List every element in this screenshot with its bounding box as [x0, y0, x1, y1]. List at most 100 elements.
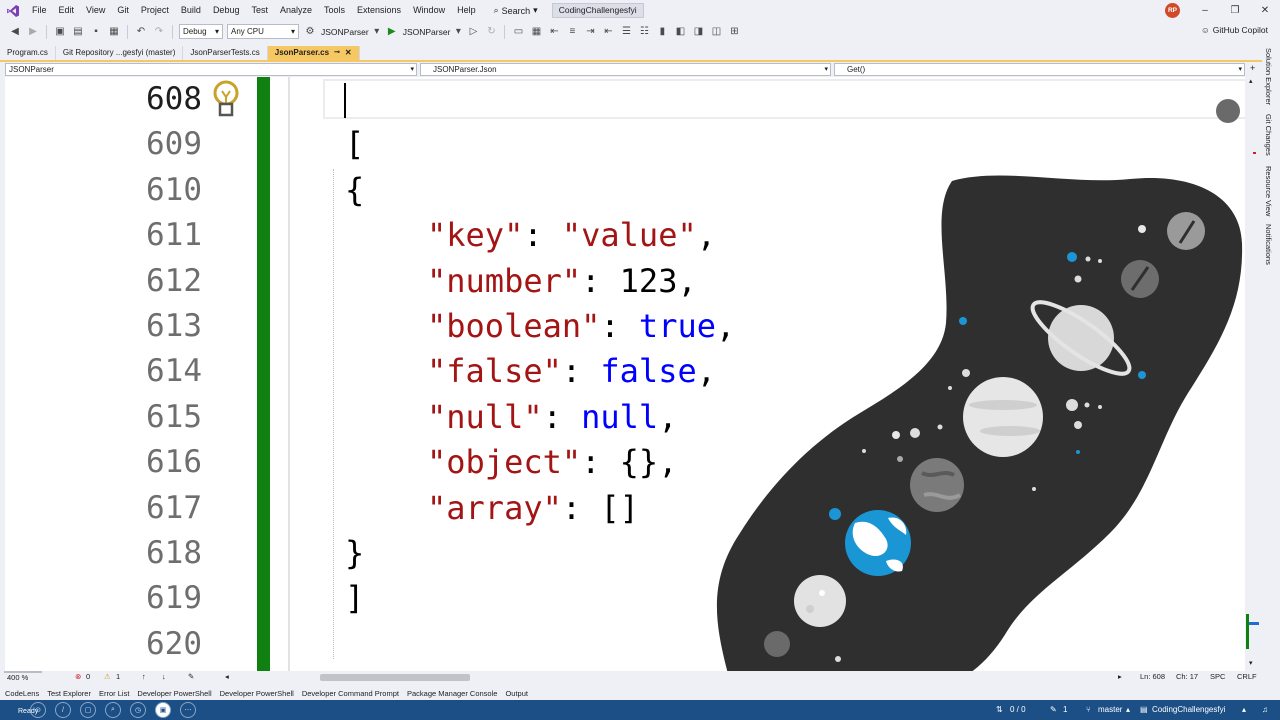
error-icon[interactable]: ⊗ [75, 672, 81, 681]
format-icon[interactable]: ≡ [565, 25, 579, 39]
forward-icon[interactable]: ▶ [26, 25, 40, 39]
layout-icon[interactable]: ▦ [529, 25, 543, 39]
configuration-select[interactable]: Debug ▾ [179, 24, 223, 39]
status-icon[interactable]: ⊙ [30, 702, 46, 718]
step-icon[interactable]: ⇤ [547, 25, 561, 39]
line-ending-indicator[interactable]: CRLF [1237, 672, 1257, 681]
tab-git-repository[interactable]: Git Repository ...gesfyi (master) [56, 46, 184, 60]
tab-package-manager-console[interactable]: Package Manager Console [407, 689, 497, 698]
uncomment-icon[interactable]: ☷ [637, 25, 651, 39]
comment-icon[interactable]: ☰ [619, 25, 633, 39]
bookmark-next-icon[interactable]: ◨ [691, 25, 705, 39]
tab-output[interactable]: Output [505, 689, 528, 698]
chevron-down-icon[interactable]: ▾ [454, 25, 462, 39]
menu-file[interactable]: File [26, 0, 53, 21]
pencil-icon[interactable]: ✎ [1050, 705, 1057, 714]
folder-icon[interactable]: ▭ [511, 25, 525, 39]
menu-build[interactable]: Build [175, 0, 207, 21]
tab-solution-explorer[interactable]: Solution Explorer [1264, 48, 1273, 105]
more-icon[interactable]: ⋯ [180, 702, 196, 718]
platform-select[interactable]: Any CPU ▾ [227, 24, 299, 39]
gear-icon[interactable]: ⚙ [303, 25, 317, 39]
bookmark-clear-icon[interactable]: ◫ [709, 25, 723, 39]
menu-test[interactable]: Test [245, 0, 274, 21]
menu-extensions[interactable]: Extensions [351, 0, 407, 21]
pencil-count[interactable]: 1 [1063, 705, 1067, 714]
menu-tools[interactable]: Tools [318, 0, 351, 21]
scroll-up-icon[interactable]: ▴ [1249, 77, 1253, 85]
undo-icon[interactable]: ↶ [134, 25, 148, 39]
chevron-down-icon[interactable]: ▾ [373, 25, 381, 39]
type-dropdown[interactable]: JSONParser.Json ▾ [420, 63, 831, 76]
horizontal-scrollbar[interactable] [235, 674, 1115, 681]
branch-icon[interactable]: ⑂ [1086, 705, 1091, 714]
new-item-icon[interactable]: ▣ [53, 25, 67, 39]
scroll-right-icon[interactable]: ▸ [1118, 672, 1122, 681]
branch-name[interactable]: master [1098, 705, 1122, 714]
menu-help[interactable]: Help [451, 0, 482, 21]
menu-debug[interactable]: Debug [207, 0, 246, 21]
tab-developer-powershell[interactable]: Developer PowerShell [137, 689, 211, 698]
back-icon[interactable]: ◀ [8, 25, 22, 39]
error-count[interactable]: 0 [86, 672, 90, 681]
tab-test-explorer[interactable]: Test Explorer [47, 689, 91, 698]
pin-icon[interactable]: ⊸ [334, 46, 340, 60]
save-icon[interactable]: ▪ [89, 25, 103, 39]
sync-icon[interactable]: ⇅ [996, 705, 1003, 714]
restore-button[interactable]: ❐ [1220, 0, 1250, 21]
startup-project[interactable]: JSONParser [321, 27, 369, 37]
run-button[interactable]: JSONParser [403, 27, 451, 37]
tab-notifications[interactable]: Notifications [1264, 224, 1273, 265]
status-icon[interactable]: ◷ [130, 702, 146, 718]
indent-icon[interactable]: ⇥ [583, 25, 597, 39]
zoom-dropdown[interactable]: 400 % [4, 671, 42, 682]
bookmark-prev-icon[interactable]: ◧ [673, 25, 687, 39]
scroll-thumb[interactable] [320, 674, 470, 681]
repo-name[interactable]: CodingChallengesfyi [1152, 705, 1225, 714]
menu-edit[interactable]: Edit [53, 0, 81, 21]
tab-resource-view[interactable]: Resource View [1264, 166, 1273, 216]
lightbulb-icon[interactable] [211, 77, 241, 121]
repo-icon[interactable]: ▤ [1140, 705, 1148, 714]
split-icon[interactable]: + [1250, 63, 1255, 73]
record-icon[interactable]: ▣ [155, 702, 171, 718]
hot-reload-icon[interactable]: ↻ [484, 25, 498, 39]
tab-jsonparser-cs[interactable]: JsonParser.cs ⊸ ✕ [267, 46, 360, 60]
tab-git-changes[interactable]: Git Changes [1264, 114, 1273, 156]
member-dropdown[interactable]: Get() ▾ [834, 63, 1245, 76]
line-indicator[interactable]: Ln: 608 [1140, 672, 1165, 681]
scroll-thumb[interactable] [1249, 622, 1259, 625]
whitespace-indicator[interactable]: SPC [1210, 672, 1225, 681]
minimap-toggle-icon[interactable] [1216, 99, 1240, 123]
tab-jsonparsertests-cs[interactable]: JsonParserTests.cs [183, 46, 268, 60]
bookmark-icon[interactable]: ▮ [655, 25, 669, 39]
menu-project[interactable]: Project [135, 0, 175, 21]
char-indicator[interactable]: Ch: 17 [1176, 672, 1198, 681]
menu-git[interactable]: Git [111, 0, 135, 21]
tab-error-list[interactable]: Error List [99, 689, 129, 698]
scroll-down-icon[interactable]: ▾ [1249, 659, 1253, 667]
extension-icon[interactable]: ⊞ [727, 25, 741, 39]
github-copilot-button[interactable]: ☺ GitHub Copilot [1201, 25, 1268, 35]
save-all-icon[interactable]: ▦ [107, 25, 121, 39]
vertical-scrollbar[interactable]: ▴ ▾ [1245, 77, 1262, 671]
tab-program-cs[interactable]: Program.cs [0, 46, 56, 60]
brush-icon[interactable]: ✎ [188, 672, 194, 681]
nav-down-icon[interactable]: ↓ [162, 672, 166, 681]
sync-count[interactable]: 0 / 0 [1010, 705, 1026, 714]
status-icon[interactable]: ⌕ [105, 702, 121, 718]
outdent-icon[interactable]: ⇤ [601, 25, 615, 39]
open-folder-icon[interactable]: ▤ [71, 25, 85, 39]
warning-icon[interactable]: ⚠ [104, 672, 111, 681]
menu-window[interactable]: Window [407, 0, 451, 21]
run-without-debug-icon[interactable]: ▷ [466, 25, 480, 39]
chevron-up-icon[interactable]: ▴ [1126, 705, 1130, 714]
bell-icon[interactable]: ♫ [1262, 705, 1268, 714]
menu-view[interactable]: View [80, 0, 111, 21]
redo-icon[interactable]: ↷ [152, 25, 166, 39]
menu-analyze[interactable]: Analyze [274, 0, 318, 21]
tab-developer-powershell-2[interactable]: Developer PowerShell [220, 689, 294, 698]
search-box[interactable]: ⌕ Search ▾ [488, 2, 544, 19]
scroll-left-icon[interactable]: ◂ [225, 672, 229, 681]
status-icon[interactable]: / [55, 702, 71, 718]
